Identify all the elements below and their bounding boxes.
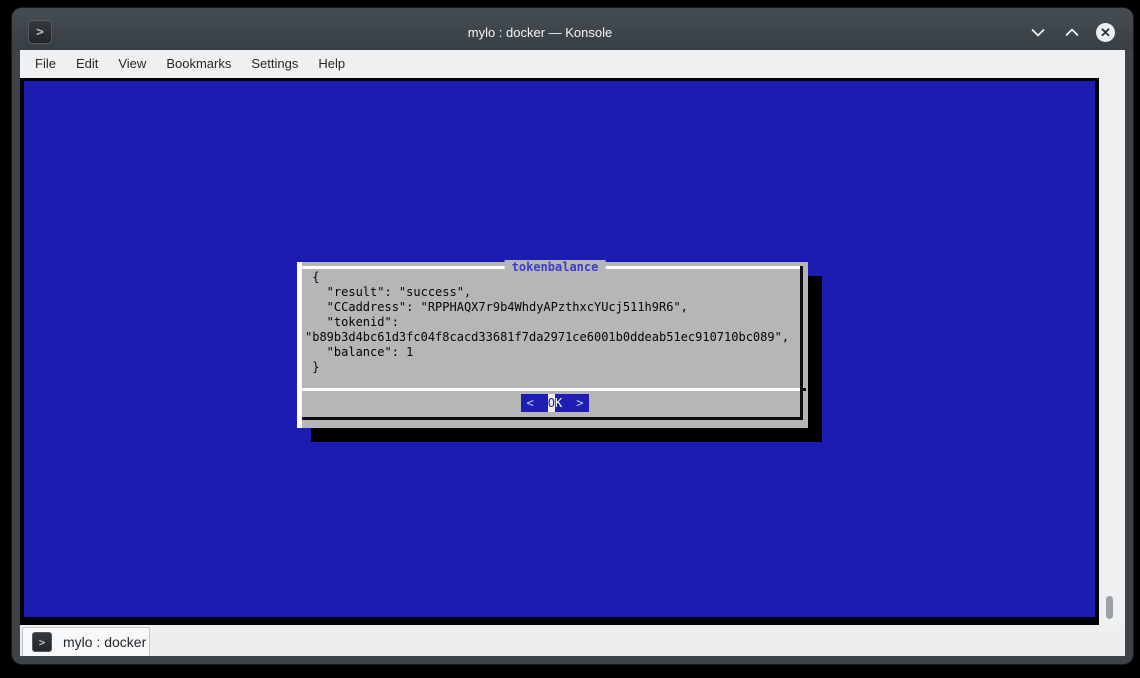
dialog-separator-tick [800,388,806,391]
scrollbar-thumb[interactable] [1106,596,1113,619]
ok-button-open-arrow: < [527,394,534,412]
tabbar: > mylo : docker [20,625,1125,656]
menu-item-file[interactable]: File [25,50,66,78]
dialog-body-text: { "result": "success", "CCaddress": "RPP… [305,270,789,375]
menubar: File Edit View Bookmarks Settings Help [20,50,1125,78]
chevron-up-icon [1065,28,1079,37]
minimize-button[interactable] [1028,22,1048,42]
konsole-app-icon[interactable]: > [28,20,52,44]
menu-item-edit[interactable]: Edit [66,50,108,78]
titlebar: > mylo : docker — Konsole ✕ [12,8,1133,50]
chevron-down-icon [1031,28,1045,37]
tab-label: mylo : docker [63,634,146,650]
menu-item-help[interactable]: Help [308,50,355,78]
menu-item-settings[interactable]: Settings [241,50,308,78]
menu-item-bookmarks[interactable]: Bookmarks [156,50,241,78]
menu-item-view[interactable]: View [108,50,156,78]
close-icon: ✕ [1100,25,1111,40]
tab-mylo-docker[interactable]: > mylo : docker [22,627,150,656]
window-controls: ✕ [1028,22,1115,42]
ok-button-cursor-char: O [548,394,555,412]
terminal-screen[interactable]: tokenbalance { "result": "success", "CCa… [24,81,1095,617]
terminal-area: tokenbalance { "result": "success", "CCa… [20,78,1125,625]
close-button[interactable]: ✕ [1096,23,1115,42]
tokenbalance-dialog: tokenbalance { "result": "success", "CCa… [297,262,808,428]
dialog-title: tokenbalance [505,260,606,274]
dialog-separator [302,388,800,391]
scrollbar[interactable] [1099,78,1125,625]
maximize-button[interactable] [1062,22,1082,42]
window-title: mylo : docker — Konsole [52,25,1028,40]
dialog-border-bottom [302,417,803,420]
konsole-window: > mylo : docker — Konsole ✕ [12,8,1133,664]
ok-button[interactable]: < O K > [521,394,590,412]
ok-button-label-rest: K [555,394,562,412]
terminal-tab-icon: > [32,632,52,652]
ok-button-close-arrow: > [576,394,583,412]
dialog-button-row: < O K > [302,394,808,414]
